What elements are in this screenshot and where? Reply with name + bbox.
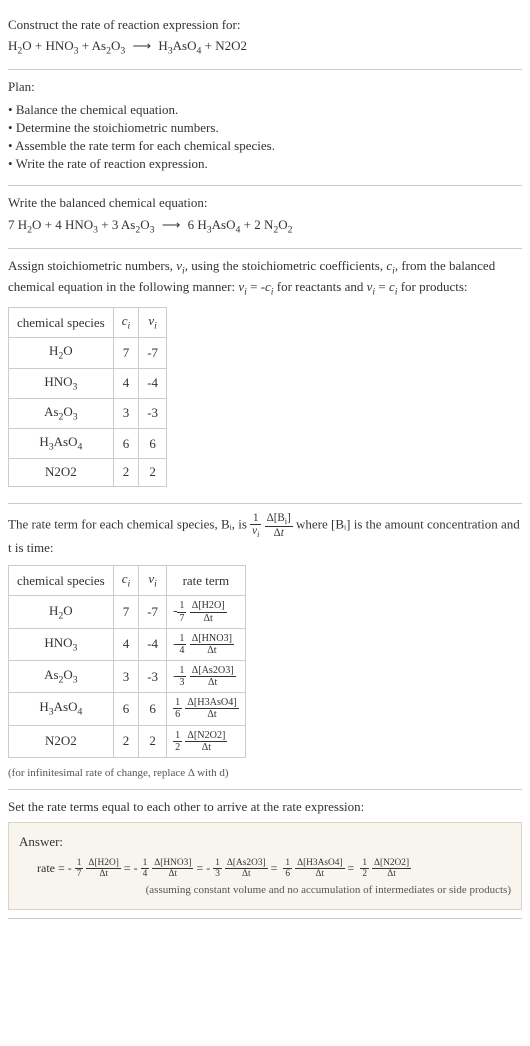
header-section: Construct the rate of reaction expressio…	[8, 8, 522, 70]
rate-cell: 16 Δ[H3AsO4]Δt	[167, 693, 246, 725]
rate-cell: -14 Δ[HNO3]Δt	[167, 628, 246, 660]
unbalanced-equation: H2O + HNO3 + As2O3 ⟶ H3AsO4 + N2O2	[8, 37, 522, 58]
col-species: chemical species	[9, 308, 114, 338]
species-cell: As2O3	[9, 661, 114, 693]
species-cell: N2O2	[9, 459, 114, 486]
rate-term-section: The rate term for each chemical species,…	[8, 504, 522, 791]
col-vi: νi	[139, 308, 167, 338]
reaction-arrow-icon: ⟶	[133, 38, 152, 53]
col-species: chemical species	[9, 566, 114, 596]
answer-box: Answer: rate = -17 Δ[H2O]Δt = -14 Δ[HNO3…	[8, 822, 522, 909]
col-ci: ci	[113, 566, 139, 596]
table-row: H2O 7 -7 -17 Δ[H2O]Δt	[9, 596, 246, 628]
vi-cell: -3	[139, 661, 167, 693]
table-row: N2O2 2 2	[9, 459, 167, 486]
species-cell: H3AsO4	[9, 693, 114, 725]
table-row: H2O 7 -7	[9, 338, 167, 368]
table-header-row: chemical species ci νi	[9, 308, 167, 338]
plan-item: Write the rate of reaction expression.	[8, 155, 522, 173]
balanced-equation: 7 H2O + 4 HNO3 + 3 As2O3 ⟶ 6 H3AsO4 + 2 …	[8, 216, 522, 237]
stoich-table: chemical species ci νi H2O 7 -7 HNO3 4 -…	[8, 307, 167, 486]
answer-note: (assuming constant volume and no accumul…	[19, 883, 511, 898]
table-row: As2O3 3 -3 -13 Δ[As2O3]Δt	[9, 661, 246, 693]
rate-expr-title: Set the rate terms equal to each other t…	[8, 798, 522, 816]
species-cell: H2O	[9, 338, 114, 368]
vi-cell: -4	[139, 368, 167, 398]
species-cell: As2O3	[9, 398, 114, 428]
plan-item: Determine the stoichiometric numbers.	[8, 119, 522, 137]
table-row: N2O2 2 2 12 Δ[N2O2]Δt	[9, 725, 246, 757]
ci-cell: 7	[113, 596, 139, 628]
plan-item: Assemble the rate term for each chemical…	[8, 137, 522, 155]
answer-label: Answer:	[19, 833, 511, 851]
vi-cell: -7	[139, 338, 167, 368]
table-row: HNO3 4 -4	[9, 368, 167, 398]
vi-cell: 6	[139, 429, 167, 459]
species-cell: N2O2	[9, 725, 114, 757]
species-cell: H2O	[9, 596, 114, 628]
table-row: H3AsO4 6 6 16 Δ[H3AsO4]Δt	[9, 693, 246, 725]
rate-term-table: chemical species ci νi rate term H2O 7 -…	[8, 565, 246, 758]
ci-cell: 4	[113, 628, 139, 660]
reaction-arrow-icon: ⟶	[162, 217, 181, 232]
table-row: HNO3 4 -4 -14 Δ[HNO3]Δt	[9, 628, 246, 660]
table-header-row: chemical species ci νi rate term	[9, 566, 246, 596]
stoich-text: Assign stoichiometric numbers, νi, using…	[8, 257, 522, 299]
ci-cell: 3	[113, 398, 139, 428]
plan-title: Plan:	[8, 78, 522, 96]
vi-cell: 6	[139, 693, 167, 725]
stoich-section: Assign stoichiometric numbers, νi, using…	[8, 249, 522, 504]
page-title: Construct the rate of reaction expressio…	[8, 16, 522, 34]
rate-table-note: (for infinitesimal rate of change, repla…	[8, 766, 522, 781]
rate-cell: -13 Δ[As2O3]Δt	[167, 661, 246, 693]
vi-cell: -3	[139, 398, 167, 428]
plan-item: Balance the chemical equation.	[8, 101, 522, 119]
balanced-section: Write the balanced chemical equation: 7 …	[8, 186, 522, 248]
plan-list: Balance the chemical equation. Determine…	[8, 101, 522, 174]
species-cell: HNO3	[9, 628, 114, 660]
vi-cell: -7	[139, 596, 167, 628]
ci-cell: 2	[113, 459, 139, 486]
ci-cell: 3	[113, 661, 139, 693]
col-vi: νi	[139, 566, 167, 596]
col-ci: ci	[113, 308, 139, 338]
rate-prefix: rate =	[37, 860, 65, 877]
rate-cell: -17 Δ[H2O]Δt	[167, 596, 246, 628]
ci-cell: 6	[113, 693, 139, 725]
balanced-title: Write the balanced chemical equation:	[8, 194, 522, 212]
ci-cell: 2	[113, 725, 139, 757]
col-rate: rate term	[167, 566, 246, 596]
rate-intro-text: The rate term for each chemical species,…	[8, 512, 522, 558]
ci-cell: 6	[113, 429, 139, 459]
species-cell: HNO3	[9, 368, 114, 398]
vi-cell: -4	[139, 628, 167, 660]
ci-cell: 4	[113, 368, 139, 398]
table-row: As2O3 3 -3	[9, 398, 167, 428]
vi-cell: 2	[139, 459, 167, 486]
table-row: H3AsO4 6 6	[9, 429, 167, 459]
species-cell: H3AsO4	[9, 429, 114, 459]
vi-cell: 2	[139, 725, 167, 757]
ci-cell: 7	[113, 338, 139, 368]
plan-section: Plan: Balance the chemical equation. Det…	[8, 70, 522, 186]
rate-cell: 12 Δ[N2O2]Δt	[167, 725, 246, 757]
rate-equation: rate = -17 Δ[H2O]Δt = -14 Δ[HNO3]Δt = -1…	[37, 858, 511, 880]
rate-expression-section: Set the rate terms equal to each other t…	[8, 790, 522, 918]
